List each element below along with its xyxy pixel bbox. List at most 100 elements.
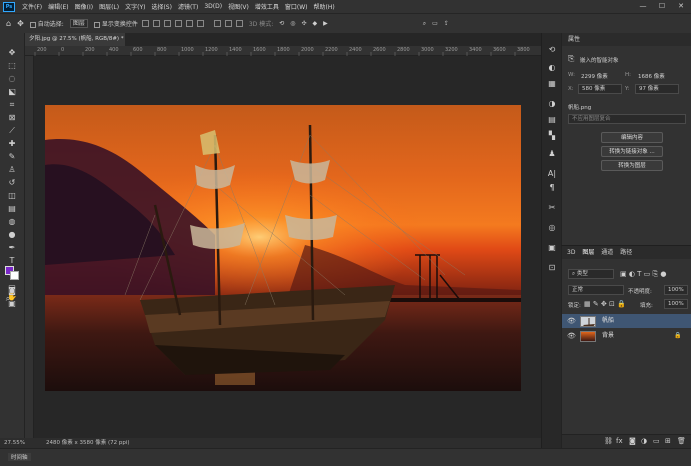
patterns-icon[interactable]: ▚	[547, 131, 557, 141]
x-field[interactable]: 580 像素	[578, 84, 622, 94]
pen-tool-icon[interactable]: ✒	[6, 242, 18, 254]
tab-3d[interactable]: 3D	[567, 249, 575, 256]
layer-filter-dropdown[interactable]: ⌕ 类型	[568, 269, 614, 279]
new-layer-icon[interactable]: ⊞	[665, 437, 671, 445]
convert-to-layers-button[interactable]: 转换为图层	[601, 160, 663, 171]
3d-rotate-icon[interactable]: ⟲	[279, 20, 284, 27]
distribute-h-icon[interactable]	[224, 20, 232, 27]
screen-mode-icon[interactable]: ▣	[6, 298, 18, 310]
layer-comp-dropdown[interactable]: 不应用图层复合	[568, 114, 686, 124]
auto-select-checkbox[interactable]: 自动选择:	[29, 19, 64, 28]
menu-help[interactable]: 帮助(H)	[311, 2, 338, 11]
tool-presets-icon[interactable]: ✂	[547, 203, 557, 213]
align-bottom-icon[interactable]	[196, 20, 204, 27]
clone-stamp-icon[interactable]: ♙	[6, 164, 18, 176]
maximize-button[interactable]: ☐	[655, 0, 669, 13]
document-canvas[interactable]	[45, 105, 521, 391]
tab-channels[interactable]: 通道	[601, 249, 613, 256]
blend-mode-dropdown[interactable]: 正常	[568, 285, 624, 295]
horizontal-ruler[interactable]: 200 0 200 400 600 800 1000 1200 1400 160…	[25, 46, 541, 56]
visibility-eye-icon[interactable]: 👁	[567, 329, 576, 343]
h-value[interactable]: 1686 像素	[638, 72, 665, 80]
menu-edit[interactable]: 编辑(E)	[45, 2, 71, 11]
distribute-icon[interactable]	[213, 20, 221, 27]
background-color-swatch[interactable]	[10, 271, 19, 280]
layer-row[interactable]: 👁 帆船	[562, 314, 691, 328]
delete-layer-icon[interactable]: 🗑	[677, 437, 686, 445]
move-tool-icon[interactable]: ✥	[6, 47, 18, 59]
eraser-tool-icon[interactable]: ◫	[6, 190, 18, 202]
vertical-ruler[interactable]	[25, 56, 34, 440]
convert-to-linked-button[interactable]: 转换为链接对象 ...	[601, 146, 663, 157]
dodge-tool-icon[interactable]: ●	[6, 229, 18, 241]
filter-icons[interactable]: ▣ ◐ T ▭ ⎘ ●	[620, 270, 666, 279]
move-tool-icon[interactable]: ✥	[17, 19, 24, 28]
menu-select[interactable]: 选择(S)	[148, 2, 175, 11]
history-icon[interactable]: ⟲	[547, 45, 557, 55]
healing-brush-icon[interactable]: ✚	[6, 138, 18, 150]
brush-settings-icon[interactable]: ◎	[547, 223, 557, 233]
menu-plugins[interactable]: 增效工具	[252, 2, 282, 11]
brush-tool-icon[interactable]: ✎	[6, 151, 18, 163]
search-icon[interactable]: ⌕	[423, 20, 426, 28]
frame-tool-icon[interactable]: ⊠	[6, 112, 18, 124]
document-info[interactable]: 2480 像素 x 3580 像素 (72 ppi)	[46, 438, 130, 448]
people-icon[interactable]: ♟	[547, 149, 557, 159]
workspace-icon[interactable]: ▭	[432, 20, 438, 27]
3d-scale-icon[interactable]: ▶	[323, 20, 328, 27]
auto-select-dropdown[interactable]: 图层	[69, 19, 88, 28]
align-center-icon[interactable]	[152, 20, 160, 27]
distribute-v-icon[interactable]	[235, 20, 243, 27]
close-window-button[interactable]: ✕	[674, 0, 688, 13]
tab-layers[interactable]: 图层	[582, 249, 594, 256]
edit-contents-button[interactable]: 编辑内容	[601, 132, 663, 143]
menu-file[interactable]: 文件(F)	[19, 2, 45, 11]
navigator-icon[interactable]: ⊡	[547, 263, 557, 273]
menu-type[interactable]: 文字(Y)	[122, 2, 148, 11]
fill-field[interactable]: 100%	[664, 299, 688, 309]
blur-tool-icon[interactable]: ◍	[6, 216, 18, 228]
menu-view[interactable]: 视图(V)	[225, 2, 252, 11]
visibility-eye-icon[interactable]: 👁	[567, 314, 576, 328]
menu-image[interactable]: 图像(I)	[72, 2, 96, 11]
menu-3d[interactable]: 3D(D)	[201, 3, 225, 10]
link-layers-icon[interactable]: ⛓	[604, 437, 613, 445]
gradient-tool-icon[interactable]: ▤	[6, 203, 18, 215]
opacity-field[interactable]: 100%	[664, 285, 688, 295]
w-value[interactable]: 2299 像素	[581, 72, 608, 80]
swatches-icon[interactable]: ▦	[547, 79, 557, 89]
clone-source-icon[interactable]: ▣	[547, 243, 557, 253]
3d-roll-icon[interactable]: ◎	[290, 20, 295, 27]
adjustment-layer-icon[interactable]: ◑	[641, 437, 647, 445]
eyedropper-tool-icon[interactable]: ⟋	[6, 125, 18, 137]
color-icon[interactable]: ◐	[547, 63, 557, 73]
libraries-icon[interactable]: ▤	[547, 115, 557, 125]
marquee-tool-icon[interactable]: ⬚	[6, 60, 18, 72]
new-group-icon[interactable]: ▭	[653, 437, 660, 445]
home-icon[interactable]: ⌂	[6, 19, 11, 28]
align-middle-icon[interactable]	[185, 20, 193, 27]
minimize-button[interactable]: —	[636, 0, 650, 13]
zoom-level[interactable]: 27.55%	[4, 438, 25, 448]
menu-window[interactable]: 窗口(W)	[282, 2, 311, 11]
document-tab[interactable]: 夕阳.jpg @ 27.5% (帆船, RGB/8#) *	[25, 33, 125, 46]
share-icon[interactable]: ⇪	[444, 20, 449, 27]
align-right-icon[interactable]	[163, 20, 171, 27]
adjustments-icon[interactable]: ◑	[547, 99, 557, 109]
show-transform-checkbox[interactable]: 显示变换控件	[93, 19, 138, 28]
history-brush-icon[interactable]: ↺	[6, 177, 18, 189]
align-top-icon[interactable]	[174, 20, 182, 27]
y-field[interactable]: 97 像素	[635, 84, 679, 94]
3d-pan-icon[interactable]: ✣	[302, 20, 307, 27]
fx-icon[interactable]: fx	[616, 437, 623, 445]
tab-paths[interactable]: 路径	[620, 249, 632, 256]
lock-icons[interactable]: ▦ ✎ ✥ ⊡ 🔒	[584, 300, 626, 308]
character-icon[interactable]: A|	[547, 169, 557, 179]
quick-mask-icon[interactable]: ◙	[6, 285, 18, 297]
menu-filter[interactable]: 滤镜(T)	[175, 2, 201, 11]
align-left-icon[interactable]	[141, 20, 149, 27]
3d-slide-icon[interactable]: ◆	[313, 20, 318, 27]
menu-layer[interactable]: 图层(L)	[96, 2, 122, 11]
lasso-tool-icon[interactable]: ◌	[6, 73, 18, 85]
layer-row[interactable]: 👁 背景 🔒	[562, 329, 691, 343]
